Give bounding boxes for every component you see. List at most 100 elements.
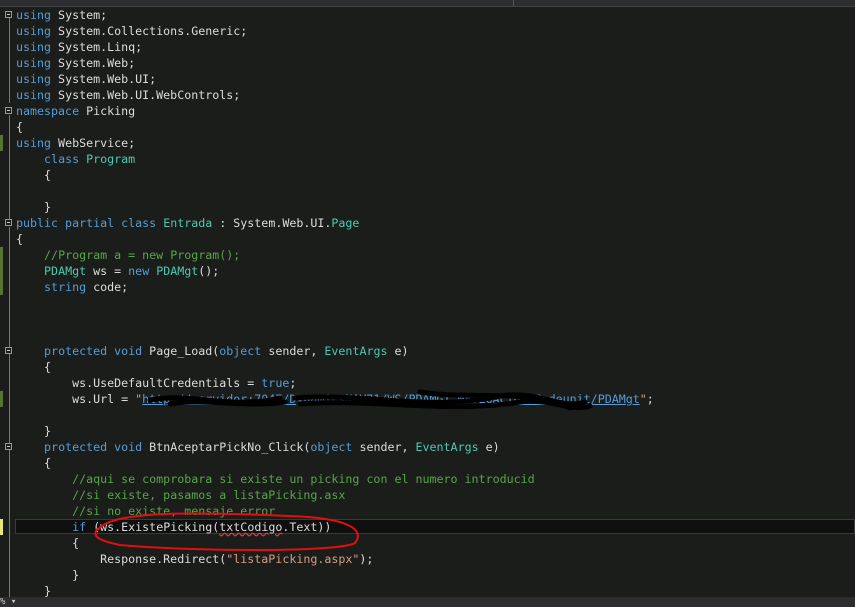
code-line[interactable]: using System; <box>16 7 107 23</box>
code-token: http://servidor:7047/DynamicsNAV71/WS/PD… <box>142 392 640 406</box>
status-bar: % ▾ <box>0 597 855 607</box>
code-token: protected void <box>44 440 143 454</box>
code-line[interactable]: } <box>16 423 51 439</box>
code-line[interactable]: ws.Url = "http://servidor:7047/DynamicsN… <box>16 391 654 407</box>
code-line[interactable]: class Program <box>16 151 135 167</box>
collapse-toggle-icon[interactable] <box>5 11 12 18</box>
code-token: { <box>16 120 24 134</box>
code-line[interactable]: //Program a = new Program(); <box>16 247 240 263</box>
code-line[interactable]: { <box>16 231 23 247</box>
code-token: EventArgs <box>415 440 479 454</box>
code-line[interactable]: string code; <box>16 279 128 295</box>
code-token: { <box>16 360 52 374</box>
code-token: true <box>261 376 290 390</box>
code-token: sender, <box>261 344 325 358</box>
code-token: ; <box>646 392 654 406</box>
code-token: { <box>16 536 80 550</box>
code-token: EventArgs <box>324 344 388 358</box>
code-token: if <box>72 520 87 534</box>
outline-guide <box>9 115 10 219</box>
code-token: System; <box>51 8 108 22</box>
code-line[interactable]: protected void BtnAceptarPickNo_Click(ob… <box>16 439 500 455</box>
code-line[interactable]: { <box>16 167 51 183</box>
code-token: using <box>16 40 52 54</box>
code-token: ws.UseDefaultCredentials = <box>16 376 262 390</box>
code-token: txtCodigo <box>219 520 283 534</box>
code-token: object <box>310 440 353 454</box>
code-token: code; <box>86 280 129 294</box>
code-token: "listaPicking.aspx" <box>226 552 360 566</box>
code-line[interactable]: using System.Collections.Generic; <box>16 23 247 39</box>
code-line[interactable]: namespace Picking <box>16 103 135 119</box>
code-line[interactable]: using System.Linq; <box>16 39 142 55</box>
code-line[interactable]: { <box>16 119 23 135</box>
change-indicator <box>0 135 3 151</box>
collapse-toggle-icon[interactable] <box>5 219 12 226</box>
code-token: BtnAceptarPickNo_Click( <box>142 440 311 454</box>
code-line[interactable]: //si no existe, mensaje error <box>16 503 275 519</box>
code-line[interactable]: { <box>16 455 51 471</box>
code-line[interactable]: public partial class Entrada : System.We… <box>16 215 359 231</box>
code-token: WebService; <box>51 136 136 150</box>
code-token: { <box>16 168 52 182</box>
code-token: ws = <box>86 264 129 278</box>
document-tab-bar <box>0 0 855 7</box>
code-token: ; <box>289 376 297 390</box>
code-line[interactable]: protected void Page_Load(object sender, … <box>16 343 408 359</box>
code-token: System.Web; <box>51 56 136 70</box>
code-line[interactable]: //si existe, pasamos a listaPicking.asx <box>16 487 345 503</box>
code-token: " <box>639 392 647 406</box>
zoom-level[interactable]: % <box>0 597 5 607</box>
code-token: Program <box>86 152 136 166</box>
code-line[interactable]: { <box>16 359 51 375</box>
change-indicator <box>0 247 3 263</box>
code-token: ws.Url = <box>16 392 136 406</box>
code-line[interactable]: { <box>16 535 79 551</box>
outline-guide <box>9 227 10 597</box>
code-token: //si no existe, mensaje error <box>72 504 276 518</box>
code-line[interactable]: } <box>16 199 51 215</box>
code-token: System.Linq; <box>51 40 143 54</box>
zoom-dropdown-icon[interactable]: ▾ <box>11 597 16 607</box>
code-line[interactable]: PDAMgt ws = new PDAMgt(); <box>16 263 219 279</box>
code-line[interactable]: //aqui se comprobara si existe un pickin… <box>16 471 535 487</box>
code-token: (ws.ExistePicking( <box>86 520 220 534</box>
code-token: } <box>16 424 52 438</box>
code-line[interactable]: using WebService; <box>16 135 135 151</box>
code-token: using <box>16 8 52 22</box>
code-line[interactable]: ws.UseDefaultCredentials = true; <box>16 375 296 391</box>
change-indicator <box>0 263 3 279</box>
code-token: //Program a = new Program(); <box>44 248 241 262</box>
code-token: //aqui se comprobara si existe un pickin… <box>72 472 535 486</box>
code-line[interactable]: } <box>16 567 79 583</box>
code-token: using <box>16 88 52 102</box>
code-token: Picking <box>79 104 136 118</box>
divider <box>513 0 514 6</box>
code-token: namespace <box>16 104 80 118</box>
code-editor[interactable]: using System; using System.Collections.Ge… <box>0 7 855 598</box>
collapse-toggle-icon[interactable] <box>5 107 12 114</box>
code-token: PDAMgt <box>44 264 87 278</box>
code-line[interactable]: using System.Web.UI.WebControls; <box>16 87 240 103</box>
code-line[interactable]: using System.Web.UI; <box>16 71 156 87</box>
change-indicator <box>0 519 3 535</box>
code-line[interactable]: using System.Web; <box>16 55 135 71</box>
code-line[interactable]: Response.Redirect("listaPicking.aspx"); <box>16 551 373 567</box>
code-token: public partial class <box>16 216 157 230</box>
code-token: : System.Web.UI. <box>212 216 332 230</box>
collapse-toggle-icon[interactable] <box>5 443 12 450</box>
code-line[interactable]: if (ws.ExistePicking(txtCodigo.Text)) <box>16 519 331 535</box>
code-token: //si existe, pasamos a listaPicking.asx <box>72 488 346 502</box>
code-token: { <box>16 456 52 470</box>
collapse-toggle-icon[interactable] <box>5 347 12 354</box>
code-token: } <box>16 200 52 214</box>
code-token: PDAMgt <box>156 264 199 278</box>
code-token: new <box>128 264 150 278</box>
